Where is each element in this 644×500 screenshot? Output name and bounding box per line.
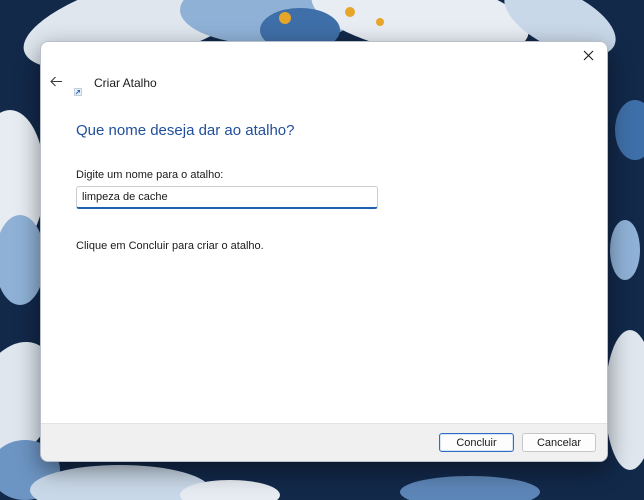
close-button[interactable]: [575, 44, 601, 70]
cancel-button[interactable]: Cancelar: [522, 433, 596, 452]
dialog-header: Criar Atalho: [41, 72, 607, 96]
name-field-label: Digite um nome para o atalho:: [76, 169, 224, 181]
back-button[interactable]: [46, 73, 66, 93]
window-title: Criar Atalho: [94, 76, 157, 90]
close-icon: [583, 48, 594, 66]
dialog-footer: Concluir Cancelar: [41, 423, 607, 461]
arrow-left-icon: [49, 74, 63, 92]
create-shortcut-dialog: Criar Atalho Que nome deseja dar ao atal…: [40, 41, 608, 462]
shortcut-name-input[interactable]: [76, 186, 378, 209]
finish-button[interactable]: Concluir: [439, 433, 514, 452]
page-title: Que nome deseja dar ao atalho?: [76, 122, 295, 139]
finish-hint-text: Clique em Concluir para criar o atalho.: [76, 240, 264, 252]
shortcut-wizard-icon: [74, 83, 82, 96]
